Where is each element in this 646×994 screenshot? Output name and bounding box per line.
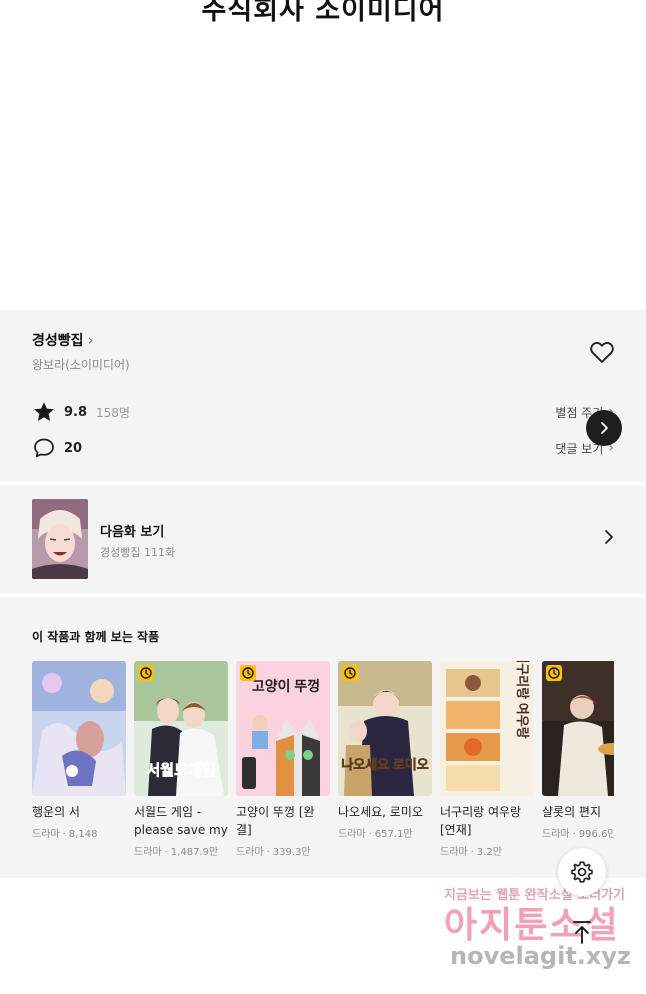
rec-genre: 드라마 — [440, 847, 468, 858]
arrow-up-icon[interactable] — [568, 918, 596, 946]
rec-separator: · — [266, 847, 270, 858]
rec-cover: 고양이 뚜껑 — [236, 661, 330, 796]
comment-row: 20 댓글 보기 › — [32, 435, 614, 461]
rec-cover — [542, 661, 614, 796]
rec-views: 3.2만 — [476, 847, 502, 858]
rec-title: 너구리랑 여우랑 [연재] — [440, 805, 522, 837]
rating-count: 158명 — [96, 405, 130, 420]
rec-genre: 드라마 — [32, 829, 60, 840]
rec-genre: 드라마 — [338, 829, 366, 840]
rec-item[interactable]: 나오세요 로미오 나오세요, 로미오 드라마 · 657.1만 — [338, 661, 432, 840]
next-episode-label: 다음화 보기 — [100, 525, 165, 540]
work-author: 왕보라(소이미디어) — [32, 358, 130, 372]
speech-bubble-icon — [34, 438, 54, 458]
rec-meta: 드라마 · 657.1만 — [338, 825, 432, 840]
next-episode-card[interactable]: 다음화 보기 경성빵집 111화 — [0, 485, 646, 594]
rec-title: 서월드 게임 -please save my ... — [134, 805, 228, 837]
top-area: 주식회사 소이미디어 — [0, 0, 646, 310]
rec-separator: · — [62, 829, 66, 840]
rec-item[interactable]: 고양이 뚜껑 고양이 뚜껑 [완결] 드라마 · 339.3만 — [236, 661, 330, 858]
rec-title: 고양이 뚜껑 [완결] — [236, 805, 315, 837]
rec-title: 샬롯의 편지 — [542, 805, 602, 819]
comment-count: 20 — [64, 440, 83, 456]
watermark: 지금보는 웹툰 완작소설 보러가기 아지툰소설 novelagit.xyz — [444, 884, 634, 980]
rec-separator: · — [164, 847, 168, 858]
work-title: 경성빵집 — [32, 333, 84, 349]
rec-item[interactable]: 서월드게임 서월드 게임 -please save my ... 드라마·1,4… — [134, 661, 228, 858]
rec-meta: 드라마 · 8,148 — [32, 825, 126, 840]
recommendations-section: 이 작품과 함께 보는 작품 행운의 서 드라마 · 8,148 서월드게임 서… — [0, 597, 646, 878]
cover-title-text: 고양이 뚜껑 — [252, 678, 320, 694]
gear-icon — [571, 861, 593, 883]
watermark-url: novelagit.xyz — [450, 942, 632, 970]
rec-genre: 드라마 — [542, 829, 570, 840]
rec-title: 나오세요, 로미오 — [338, 805, 423, 819]
rating-row: 9.8 158명 별점 주기 › — [32, 399, 614, 425]
wait-free-badge — [342, 665, 358, 681]
work-title-link[interactable]: 경성빵집 › — [32, 330, 94, 350]
chevron-right-icon — [601, 422, 608, 434]
rec-separator: · — [470, 847, 474, 858]
rec-cover: 나오세요 로미오 — [338, 661, 432, 796]
rec-cover: 서월드게임 — [134, 661, 228, 796]
cover-title-text: 서월드게임 — [146, 762, 215, 779]
rec-meta: 드라마 · 1,487.9만 — [134, 843, 228, 858]
cover-title-text: 나오세요 로미오 — [341, 757, 428, 772]
rating-value: 9.8 — [64, 404, 88, 420]
cover-title-text: 너구리랑 여우랑 — [515, 661, 530, 739]
rec-separator: · — [368, 829, 372, 840]
rec-views: 996.6만 — [578, 829, 614, 840]
rec-views: 657.1만 — [374, 829, 413, 840]
recommendations-list: 행운의 서 드라마 · 8,148 서월드게임 서월드 게임 -please s… — [32, 661, 614, 871]
rec-meta: 드라마 · 996.6만 — [542, 825, 614, 840]
next-episode-thumbnail — [32, 499, 88, 579]
rec-meta: 드라마 · 3.2만 — [440, 843, 534, 858]
recommendations-title: 이 작품과 함께 보는 작품 — [32, 630, 160, 644]
wait-free-badge — [546, 665, 562, 681]
chevron-right-icon: › — [87, 330, 94, 349]
rec-genre: 드라마 — [134, 847, 162, 858]
rec-separator: · — [572, 829, 576, 840]
rec-meta: 드라마 · 339.3만 — [236, 843, 330, 858]
rec-genre: 드라마 — [236, 847, 264, 858]
rec-item[interactable]: 너구리랑 여우랑 너구리랑 여우랑 [연재] 드라마 · 3.2만 — [440, 661, 534, 858]
wait-free-badge — [138, 665, 154, 681]
wait-free-badge — [240, 665, 256, 681]
star-icon — [34, 402, 54, 421]
rec-views: 339.3만 — [272, 847, 311, 858]
settings-button[interactable] — [558, 848, 606, 896]
carousel-next-button[interactable] — [586, 410, 622, 446]
publisher-title: 주식회사 소이미디어 — [201, 0, 445, 26]
rec-item[interactable]: 행운의 서 드라마 · 8,148 — [32, 661, 126, 840]
rec-title: 행운의 서 — [32, 805, 80, 819]
rec-cover: 너구리랑 여우랑 — [440, 661, 534, 796]
rec-item[interactable]: 샬롯의 편지 드라마 · 996.6만 — [542, 661, 614, 840]
work-info-card: 경성빵집 › 왕보라(소이미디어) 9.8 158명 별점 주기 › 20 댓글… — [0, 310, 646, 482]
chevron-right-icon — [605, 530, 613, 544]
rec-views: 1,487.9만 — [170, 847, 219, 858]
next-episode-subtitle: 경성빵집 111화 — [100, 546, 176, 559]
heart-icon[interactable] — [588, 338, 616, 366]
rec-cover — [32, 661, 126, 796]
rec-views: 8,148 — [68, 829, 98, 840]
work-panel: 경성빵집 › 왕보라(소이미디어) 9.8 158명 별점 주기 › 20 댓글… — [0, 310, 646, 878]
